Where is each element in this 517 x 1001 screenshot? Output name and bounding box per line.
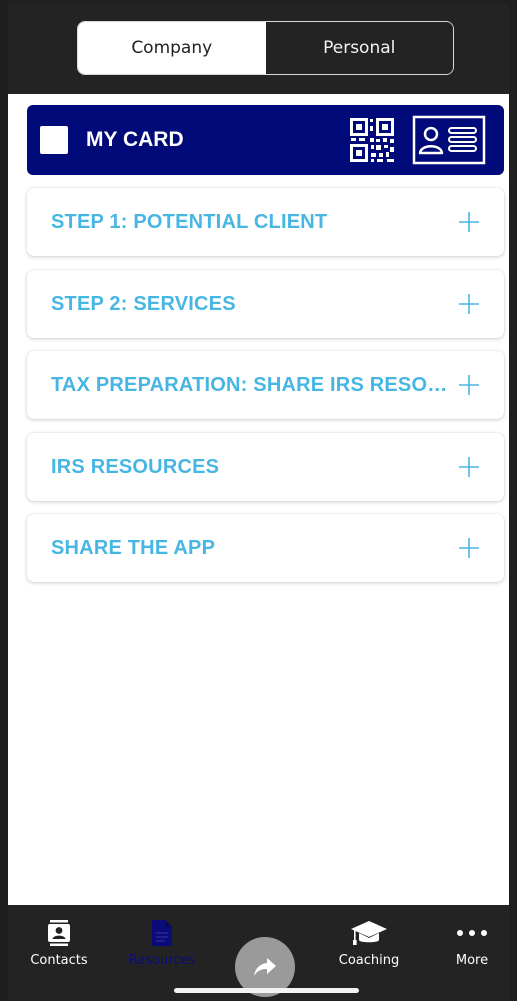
tab-label: Contacts: [30, 953, 88, 968]
tab-more[interactable]: More: [432, 919, 512, 968]
accordion-label: TAX PREPARATION: SHARE IRS RESOUR...: [51, 373, 459, 396]
tab-label: More: [455, 953, 489, 968]
plus-icon[interactable]: [458, 537, 480, 559]
segment-personal[interactable]: Personal: [265, 22, 453, 74]
accordion-label: IRS RESOURCES: [51, 455, 220, 478]
my-card-title: MY CARD: [86, 128, 184, 151]
tab-contacts[interactable]: Contacts: [19, 919, 99, 968]
plus-icon[interactable]: [458, 211, 480, 233]
accordion-step2[interactable]: STEP 2: SERVICES: [27, 270, 504, 338]
contacts-icon: [48, 920, 70, 946]
plus-icon[interactable]: [458, 374, 480, 396]
top-header: Company Personal: [0, 0, 517, 94]
accordion-label: STEP 2: SERVICES: [51, 292, 236, 315]
tab-coaching[interactable]: Coaching: [329, 919, 409, 968]
graduation-cap-icon: [351, 921, 387, 945]
id-card-icon[interactable]: [412, 115, 486, 165]
accordion-label: STEP 1: POTENTIAL CLIENT: [51, 210, 328, 233]
tab-resources[interactable]: Resources: [122, 919, 202, 968]
accordion-tax-preparation[interactable]: TAX PREPARATION: SHARE IRS RESOUR...: [27, 351, 504, 419]
accordion-label: SHARE THE APP: [51, 536, 216, 559]
bottom-tab-bar: Contacts Resources Coaching More: [0, 905, 517, 1001]
my-card-checkbox[interactable]: [40, 126, 68, 154]
document-icon: [152, 920, 172, 946]
company-personal-toggle[interactable]: Company Personal: [77, 21, 454, 75]
accordion-step1[interactable]: STEP 1: POTENTIAL CLIENT: [27, 188, 504, 256]
share-arrow-icon: [254, 958, 276, 976]
accordion-share-app[interactable]: SHARE THE APP: [27, 514, 504, 582]
tab-label: Resources: [128, 953, 196, 968]
my-card-row[interactable]: MY CARD: [27, 105, 504, 175]
tab-label: Coaching: [338, 953, 400, 968]
home-indicator: [174, 988, 359, 993]
segment-company[interactable]: Company: [78, 22, 266, 74]
more-dots-icon: [457, 930, 487, 936]
main-content: MY CARD STEP 1: POTENTIAL CLIENT STEP 2:…: [0, 94, 517, 905]
plus-icon[interactable]: [458, 293, 480, 315]
plus-icon[interactable]: [458, 456, 480, 478]
accordion-irs-resources[interactable]: IRS RESOURCES: [27, 433, 504, 501]
qr-code-icon[interactable]: [349, 117, 395, 163]
